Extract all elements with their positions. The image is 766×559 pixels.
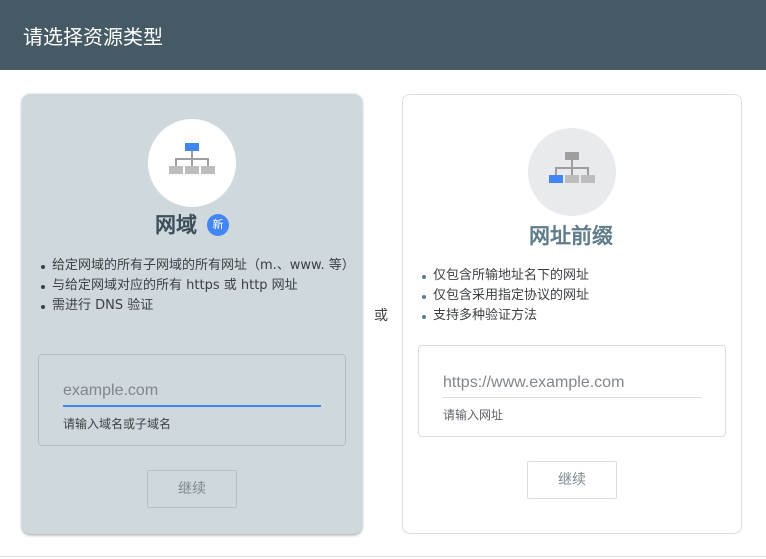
page-header: 请选择资源类型 [0, 0, 766, 70]
domain-input[interactable] [63, 377, 321, 407]
list-item: 仅包含所输地址名下的网址 [421, 266, 731, 286]
prefix-icon-circle [528, 128, 616, 216]
domain-icon-circle [148, 119, 236, 207]
list-item: 与给定网域对应的所有 https 或 http 网址 [40, 276, 350, 296]
prefix-input-hint: 请输入网址 [443, 408, 504, 422]
url-prefix-card[interactable]: 网址前缀 仅包含所输地址名下的网址 仅包含采用指定协议的网址 支持多种验证方法 … [402, 94, 742, 534]
prefix-continue-button[interactable]: 继续 [527, 461, 617, 499]
sitemap-icon [549, 152, 595, 183]
new-badge: 新 [207, 214, 229, 236]
prefix-feature-list: 仅包含所输地址名下的网址 仅包含采用指定协议的网址 支持多种验证方法 [421, 266, 731, 326]
list-item: 支持多种验证方法 [421, 306, 731, 326]
bottom-divider [0, 556, 766, 557]
prefix-input-box: 请输入网址 [418, 345, 726, 437]
list-item: 仅包含采用指定协议的网址 [421, 286, 731, 306]
domain-input-hint: 请输入域名或子域名 [63, 417, 172, 431]
sitemap-icon [169, 143, 215, 174]
or-separator: 或 [374, 308, 388, 324]
list-item: 需进行 DNS 验证 [40, 296, 350, 316]
domain-input-box: 请输入域名或子域名 [38, 354, 346, 446]
page-title: 请选择资源类型 [23, 25, 163, 49]
domain-card-title: 网域 [155, 213, 197, 237]
url-prefix-input[interactable] [443, 368, 701, 398]
prefix-card-title: 网址前缀 [529, 224, 613, 248]
domain-card[interactable]: 网域 新 给定网域的所有子网域的所有网址（m.、www. 等） 与给定网域对应的… [22, 94, 362, 534]
domain-continue-button[interactable]: 继续 [147, 470, 237, 508]
list-item: 给定网域的所有子网域的所有网址（m.、www. 等） [40, 256, 355, 276]
domain-feature-list: 给定网域的所有子网域的所有网址（m.、www. 等） 与给定网域对应的所有 ht… [40, 256, 355, 316]
